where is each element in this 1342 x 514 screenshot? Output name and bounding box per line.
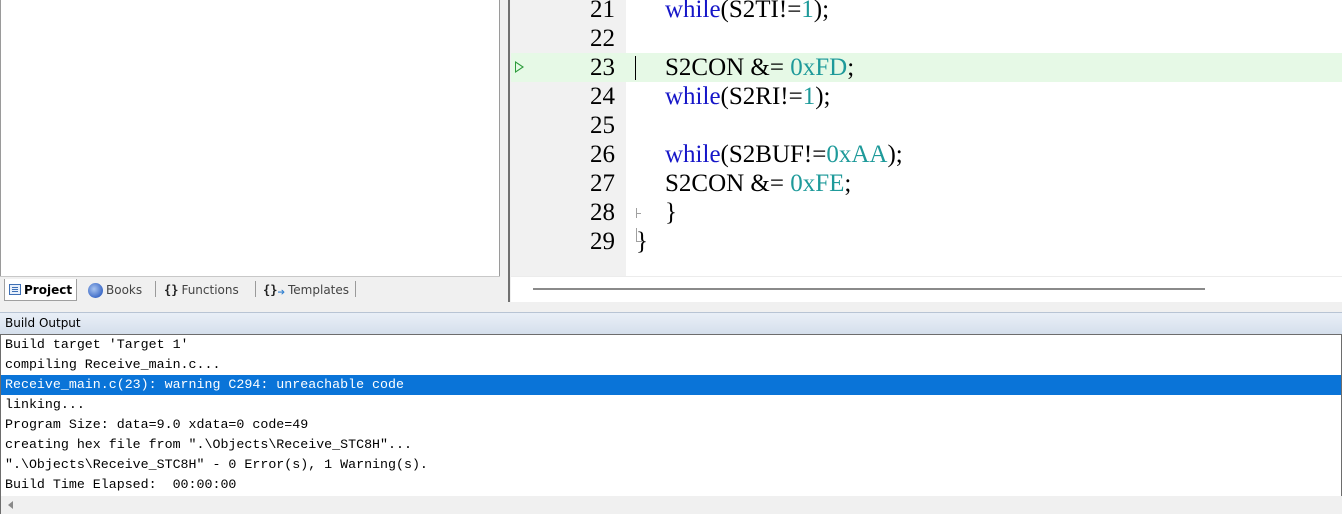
code-token: 0xFE [790, 170, 845, 197]
code-text: while(S2BUF!=0xAA); [665, 140, 903, 169]
code-token: 1 [802, 83, 816, 110]
code-text: S2CON &= 0xFE; [665, 169, 851, 198]
code-token: ; [844, 170, 852, 197]
code-editor[interactable]: 21 while(S2TI!=1); 22 23 S2CON &= 0xFD; 24 whi… [511, 0, 1342, 276]
line-number: 28 [590, 199, 615, 226]
code-token: while [665, 141, 721, 168]
tab-templates[interactable]: {} ➔ Templates [259, 279, 353, 301]
window-gap [0, 302, 1342, 312]
code-token: (S2BUF!= [720, 141, 827, 168]
code-token: 0xFD [790, 54, 848, 81]
fold-guide [636, 228, 637, 241]
line-number: 26 [590, 141, 615, 168]
books-icon [88, 282, 103, 298]
build-output-line[interactable]: Build Time Elapsed: 00:00:00 [1, 475, 1341, 495]
scroll-left-arrow-icon[interactable] [8, 501, 13, 509]
project-tree-pane[interactable] [0, 0, 500, 276]
code-token: } [665, 199, 677, 226]
code-token: ); [815, 83, 831, 110]
code-token: while [665, 0, 721, 23]
build-output-header: Build Output [0, 312, 1342, 334]
tab-books-label: Books [106, 283, 143, 297]
tab-templates-label: Templates [288, 283, 350, 297]
tab-separator [255, 281, 256, 297]
tab-project-label: Project [24, 282, 73, 297]
project-icon [9, 284, 21, 295]
code-text: while(S2TI!=1); [665, 0, 829, 24]
tab-project[interactable]: Project [4, 279, 78, 301]
code-token: ); [887, 141, 903, 168]
pane-splitter-line [508, 0, 510, 302]
code-token: S2CON &= [665, 54, 791, 81]
build-output-line[interactable]: ".\Objects\Receive_STC8H" - 0 Error(s), … [1, 455, 1341, 475]
line-number: 22 [590, 25, 615, 52]
build-output-line[interactable]: Build target 'Target 1' [1, 335, 1341, 355]
tab-books[interactable]: Books [84, 279, 146, 301]
text-cursor [635, 56, 636, 80]
code-text: while(S2RI!=1); [665, 82, 830, 111]
code-token: while [665, 83, 721, 110]
line-number: 21 [590, 0, 615, 23]
build-output-line[interactable]: compiling Receive_main.c... [1, 355, 1341, 375]
editor-hscroll-track[interactable] [533, 288, 1205, 290]
tab-functions[interactable]: {} Functions [160, 279, 243, 301]
line-number: 27 [590, 170, 615, 197]
code-line[interactable]: 22 [511, 24, 1342, 53]
line-number: 25 [590, 112, 615, 139]
code-token: (S2TI!= [720, 0, 802, 23]
editor-hscroll-area [511, 276, 1342, 302]
code-token: ); [813, 0, 830, 23]
build-output-line[interactable]: Receive_main.c(23): warning C294: unreac… [1, 375, 1341, 395]
code-line[interactable]: 21 while(S2TI!=1); [511, 0, 1342, 24]
code-line[interactable]: 27 S2CON &= 0xFE; [511, 169, 1342, 198]
code-line[interactable]: 25 [511, 111, 1342, 140]
code-line[interactable]: 24 while(S2RI!=1); [511, 82, 1342, 111]
build-output-line[interactable]: creating hex file from ".\Objects\Receiv… [1, 435, 1341, 455]
code-token: S2CON &= [665, 170, 791, 197]
code-line[interactable]: 26 while(S2BUF!=0xAA); [511, 140, 1342, 169]
code-token: 1 [801, 0, 814, 23]
code-text: S2CON &= 0xFD; [665, 53, 854, 82]
code-token: 0xAA [826, 141, 888, 168]
build-output-panel[interactable]: Build target 'Target 1' compiling Receive… [0, 334, 1342, 496]
tab-functions-label: Functions [181, 283, 239, 297]
tab-separator [355, 281, 356, 297]
project-pane-tabs: Project Books {} Functions {} ➔ Template… [0, 276, 505, 302]
fold-guide [636, 241, 642, 242]
line-number: 23 [590, 54, 615, 81]
code-text: } [665, 198, 677, 227]
line-number: 29 [590, 228, 615, 255]
execution-arrow-icon [515, 61, 524, 73]
build-output-title: Build Output [5, 316, 81, 330]
code-token: ; [847, 54, 855, 81]
templates-arrow-icon: ➔ [277, 288, 285, 298]
build-output-hscrollbar[interactable] [0, 496, 1342, 514]
line-number: 24 [590, 83, 615, 110]
code-token: (S2RI!= [720, 83, 803, 110]
fold-guide [636, 213, 641, 214]
tab-separator [155, 281, 156, 297]
templates-icon: {} [263, 283, 278, 297]
functions-icon: {} [164, 283, 179, 297]
build-output-line[interactable]: Program Size: data=9.0 xdata=0 code=49 [1, 415, 1341, 435]
build-output-line[interactable]: linking... [1, 395, 1341, 415]
